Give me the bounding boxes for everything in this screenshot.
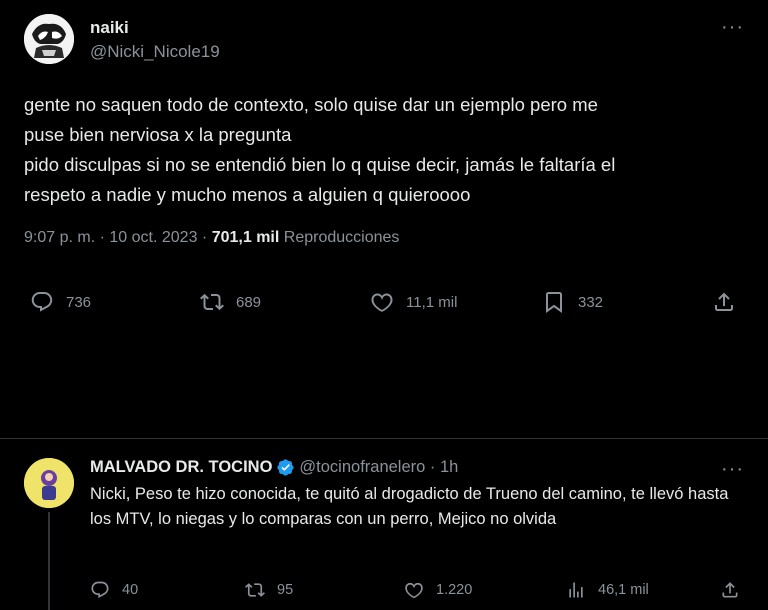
- tweet-meta: 9:07 p. m. · 10 oct. 2023 · 701,1 mil Re…: [24, 229, 399, 247]
- reply-icon: [91, 581, 109, 599]
- avatar[interactable]: [24, 458, 74, 508]
- verified-badge-icon[interactable]: [276, 458, 295, 477]
- heart-icon: [371, 293, 393, 312]
- retweet-button[interactable]: 689: [200, 290, 261, 314]
- reply-text: Nicki, Peso te hizo conocida, te quitó a…: [90, 485, 729, 528]
- meta-separator: ·: [99, 229, 105, 246]
- tweet-text: gente no saquen todo de contexto, solo q…: [24, 94, 616, 205]
- like-button[interactable]: 1.220: [404, 580, 472, 600]
- reply-count: 736: [66, 293, 92, 311]
- share-button[interactable]: [720, 580, 752, 600]
- share-icon: [722, 582, 738, 598]
- bookmark-count: 332: [578, 293, 604, 311]
- user-handle[interactable]: @tocinofranelero · 1h: [299, 458, 458, 477]
- reply-count: 40: [122, 582, 139, 598]
- action-bar: 40 95 1.220 46,1 mil: [0, 576, 768, 610]
- avatar-image: [24, 458, 74, 508]
- like-count: 1.220: [436, 582, 473, 598]
- main-tweet: naiki @Nicki_Nicole19 ··· gente no saque…: [0, 0, 768, 420]
- more-options-icon[interactable]: ···: [721, 16, 744, 39]
- heart-icon: [405, 582, 423, 599]
- more-options-icon[interactable]: ···: [721, 458, 744, 481]
- share-button[interactable]: [712, 290, 748, 314]
- views-button[interactable]: 46,1 mil: [566, 580, 649, 600]
- bookmark-icon: [546, 292, 562, 313]
- analytics-icon: [569, 582, 583, 598]
- view-count: 46,1 mil: [598, 582, 649, 598]
- retweet-button[interactable]: 95: [245, 580, 293, 600]
- avatar[interactable]: [24, 14, 74, 64]
- tweet-time[interactable]: 9:07 p. m.: [24, 229, 95, 246]
- meta-separator: ·: [201, 229, 208, 246]
- reply-button[interactable]: 40: [90, 580, 138, 600]
- view-count: 701,1 mil: [211, 229, 280, 246]
- reply-icon: [31, 292, 53, 312]
- like-button[interactable]: 11,1 mil: [370, 290, 457, 314]
- retweet-icon: [245, 583, 265, 597]
- action-bar: 736 689 11,1 mil 332: [0, 280, 768, 324]
- tweet-date[interactable]: 10 oct. 2023: [109, 229, 197, 246]
- reply-button[interactable]: 736: [30, 290, 91, 314]
- divider: [0, 438, 768, 439]
- reply-header: MALVADO DR. TOCINO @tocinofranelero · 1h: [90, 458, 458, 477]
- display-name[interactable]: naiki: [90, 18, 129, 38]
- views-label[interactable]: Reproducciones: [284, 229, 400, 246]
- avatar-image: [24, 14, 74, 64]
- user-handle[interactable]: @Nicki_Nicole19: [90, 42, 220, 62]
- retweet-icon: [200, 293, 224, 311]
- like-count: 11,1 mil: [406, 293, 458, 311]
- retweet-count: 689: [236, 293, 262, 311]
- share-icon: [715, 292, 733, 311]
- display-name[interactable]: MALVADO DR. TOCINO: [90, 458, 272, 477]
- reply-tweet[interactable]: MALVADO DR. TOCINO @tocinofranelero · 1h…: [0, 440, 768, 610]
- bookmark-button[interactable]: 332: [542, 290, 603, 314]
- retweet-count: 95: [277, 582, 294, 598]
